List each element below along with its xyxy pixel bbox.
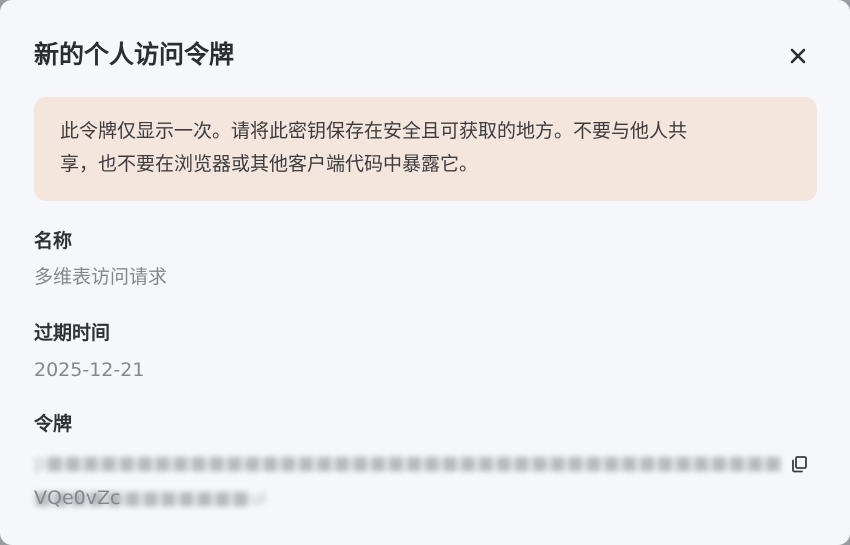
token-redacted-blur: p■■■■■■■■■■■■■■■■■■■■■■■■■■■■■■■■■■■■■■■… xyxy=(34,452,783,509)
warning-text-line1: 此令牌仅显示一次。请将此密钥保存在安全且可获取的地方。不要与他人共 xyxy=(60,120,688,142)
warning-text-line2: 享，也不要在浏览器或其他客户端代码中暴露它。 xyxy=(60,153,479,175)
personal-access-token-dialog: 新的个人访问令牌 此令牌仅显示一次。请将此密钥保存在安全且可获取的地方。不要与他… xyxy=(0,0,850,545)
expiry-value: 2025-12-21 xyxy=(34,359,145,381)
expiry-label: 过期时间 xyxy=(34,322,111,344)
token-line1-redacted: p■■■■■■■■■■■■■■■■■■■■■■■■■■■■■■■■■■■■■■■… xyxy=(34,446,784,509)
token-value[interactable]: p■■■■■■■■■■■■■■■■■■■■■■■■■■■■■■■■■■■■■■■… xyxy=(34,446,784,516)
close-button[interactable] xyxy=(783,41,813,71)
dialog-title: 新的个人访问令牌 xyxy=(34,40,235,69)
name-label: 名称 xyxy=(34,230,73,252)
token-label: 令牌 xyxy=(34,413,73,435)
name-value: 多维表访问请求 xyxy=(34,266,168,288)
close-icon xyxy=(790,48,806,64)
copy-icon xyxy=(792,456,807,473)
warning-notice: 此令牌仅显示一次。请将此密钥保存在安全且可获取的地方。不要与他人共 享，也不要在… xyxy=(34,97,817,201)
copy-token-button[interactable] xyxy=(787,452,811,476)
